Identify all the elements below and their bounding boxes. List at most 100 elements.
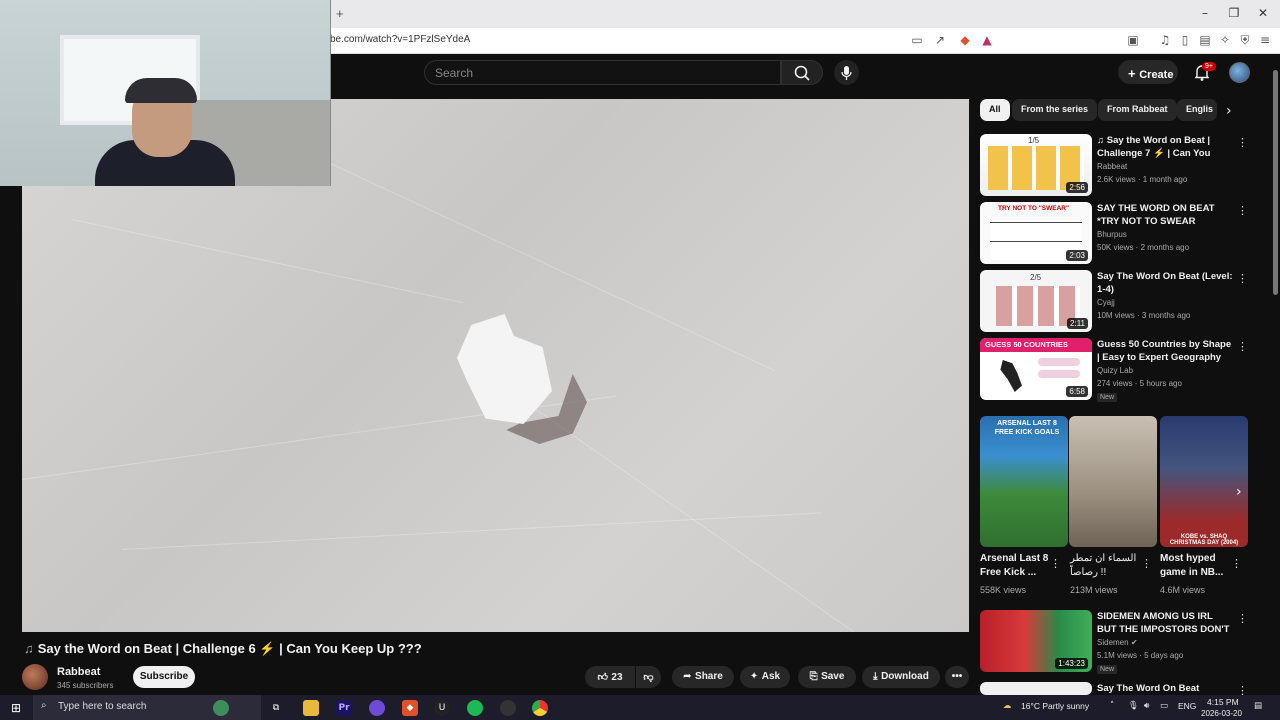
account-avatar[interactable] — [1229, 62, 1250, 83]
sidebar-icon[interactable]: ▯ — [1177, 33, 1193, 49]
chevron-right-icon[interactable]: › — [1236, 484, 1242, 500]
save-button[interactable]: ⎘ Save — [798, 666, 856, 688]
rec-title[interactable]: Guess 50 Countries by Shape | Easy to Ex… — [1097, 338, 1233, 364]
rec-thumbnail[interactable]: TRY NOT TO "SWEAR" 2:03 — [980, 202, 1092, 264]
rec-title[interactable]: SAY THE WORD ON BEAT *TRY NOT TO SWEAR C… — [1097, 202, 1233, 228]
ask-button[interactable]: ✦ Ask — [740, 666, 790, 688]
more-icon[interactable]: ⋮ — [1237, 612, 1248, 625]
dislike-button[interactable]: 👎︎ — [636, 666, 661, 688]
tray-chevron-icon[interactable]: ˄ — [1110, 701, 1114, 711]
more-actions-button[interactable]: ••• — [945, 666, 969, 688]
premiere-icon[interactable]: Pr — [336, 700, 352, 716]
volume-icon[interactable]: 🔊︎ — [1144, 701, 1149, 711]
rec-title[interactable]: SIDEMEN AMONG US IRL BUT THE IMPOSTORS D… — [1097, 610, 1233, 636]
short-title[interactable]: Arsenal Last 8 Free Kick ... — [980, 552, 1058, 580]
recommendation-item[interactable]: 2/5 2:11 Say The Word On Beat (Level: 1-… — [980, 270, 1248, 334]
share-page-icon[interactable]: ↗ — [932, 33, 948, 49]
short-title[interactable]: Most hyped game in NB... — [1160, 552, 1238, 580]
like-button[interactable]: 👍︎ 23 — [585, 666, 635, 688]
search-button[interactable] — [781, 60, 823, 85]
subscribe-button[interactable]: Subscribe — [133, 666, 195, 688]
recommendation-item[interactable]: Say The Word On Beat ⋮ — [980, 682, 1248, 695]
verified-icon: ✔ — [1130, 638, 1138, 647]
minimize-button[interactable]: – — [1195, 6, 1215, 22]
menu-icon[interactable]: ≡ — [1257, 33, 1273, 49]
vpn-icon[interactable]: ⛨ — [1237, 33, 1253, 49]
mic-tray-icon[interactable]: 🎙︎ — [1128, 701, 1139, 711]
short-title[interactable]: السماء ان تمطر رصاصاً !! — [1070, 552, 1148, 580]
more-icon[interactable]: ⋮ — [1237, 340, 1248, 353]
share-button[interactable]: ➦ Share — [672, 666, 734, 688]
chevron-right-icon[interactable]: › — [1226, 103, 1232, 119]
brave-icon[interactable]: ◆ — [402, 700, 418, 716]
clock-date[interactable]: 2026-03-20 — [1201, 709, 1242, 718]
voice-search-button[interactable] — [834, 60, 859, 85]
short-thumbnail[interactable]: ARSENAL LAST 8 FREE KICK GOALS — [980, 416, 1068, 547]
chrome-icon[interactable] — [532, 700, 548, 716]
rec-thumbnail[interactable]: GUESS 50 COUNTRIES 6:58 — [980, 338, 1092, 400]
file-explorer-icon[interactable] — [303, 700, 319, 716]
brave-shield-icon[interactable]: ◆ — [957, 33, 973, 49]
language-indicator[interactable]: ENG — [1178, 701, 1196, 711]
unreal-icon[interactable]: U — [434, 700, 450, 716]
more-icon[interactable]: ⋮ — [1237, 136, 1248, 149]
short-thumbnail[interactable]: KOBE vs. SHAQ CHRISTMAS DAY (2004) — [1160, 416, 1248, 547]
obs-icon[interactable] — [500, 700, 516, 716]
music-icon[interactable]: ♫ — [1157, 33, 1173, 49]
windows-icon[interactable]: ⊞ — [8, 700, 24, 716]
cast-icon[interactable]: ▭ — [909, 33, 925, 49]
search-input[interactable]: Search — [424, 60, 781, 85]
rec-channel[interactable]: Bhurpus — [1097, 230, 1127, 239]
restore-button[interactable]: ❐ — [1224, 6, 1244, 22]
new-tab-button[interactable]: + — [336, 6, 344, 21]
chip-from-rabbeat[interactable]: From Rabbeat — [1098, 99, 1177, 121]
rec-channel[interactable]: Rabbeat — [1097, 162, 1127, 171]
chip-english[interactable]: Englis — [1177, 99, 1217, 121]
short-thumbnail[interactable] — [1069, 416, 1157, 547]
globe-icon[interactable] — [213, 700, 229, 716]
rec-channel[interactable]: Sidemen ✔ — [1097, 638, 1138, 647]
rewards-icon[interactable]: ▲ — [979, 33, 995, 49]
rec-thumbnail[interactable]: 1:43:23 — [980, 610, 1092, 672]
close-button[interactable]: ✕ — [1253, 6, 1273, 22]
more-icon[interactable]: ⋮ — [1141, 557, 1152, 570]
rec-thumbnail[interactable] — [980, 682, 1092, 695]
scrollbar-thumb[interactable] — [1273, 70, 1278, 295]
rec-title[interactable]: ♫ Say the Word on Beat | Challenge 7 ⚡ |… — [1097, 134, 1233, 160]
task-view-icon[interactable]: ⧉ — [268, 700, 284, 716]
rec-thumbnail[interactable]: 2/5 2:11 — [980, 270, 1092, 332]
create-button[interactable]: + Create — [1118, 60, 1178, 84]
download-button[interactable]: ⤓ Download — [862, 666, 940, 688]
rec-title[interactable]: Say The Word On Beat — [1097, 682, 1233, 695]
chip-from-series[interactable]: From the series — [1012, 99, 1098, 121]
spotify-icon[interactable] — [467, 700, 483, 716]
more-icon[interactable]: ⋮ — [1237, 272, 1248, 285]
notification-center-icon[interactable]: ▤ — [1254, 701, 1262, 711]
more-icon[interactable]: ⋮ — [1050, 557, 1061, 570]
leo-icon[interactable]: ✧ — [1217, 33, 1233, 49]
url-text[interactable]: be.com/watch?v=1PFzlSeYdeA — [330, 34, 470, 45]
weather-text[interactable]: 16°C Partly sunny — [1021, 701, 1089, 711]
rec-channel[interactable]: Cyajj — [1097, 298, 1115, 307]
rec-thumbnail[interactable]: 1/5 2:56 — [980, 134, 1092, 196]
rec-channel[interactable]: Quizy Lab — [1097, 366, 1133, 375]
channel-name[interactable]: Rabbeat — [57, 666, 100, 678]
clock-time[interactable]: 4:15 PM — [1207, 697, 1239, 707]
more-icon[interactable]: ⋮ — [1237, 684, 1248, 695]
recommendation-item[interactable]: 1/5 2:56 ♫ Say the Word on Beat | Challe… — [980, 134, 1248, 198]
more-icon: ••• — [951, 671, 963, 682]
recommendation-item[interactable]: TRY NOT TO "SWEAR" 2:03 SAY THE WORD ON … — [980, 202, 1248, 266]
chip-all[interactable]: All — [980, 99, 1010, 121]
reader-icon[interactable]: ▣ — [1125, 33, 1141, 49]
ask-icon: ✦ — [749, 671, 762, 682]
more-icon[interactable]: ⋮ — [1231, 557, 1242, 570]
network-icon[interactable]: ▭ — [1160, 701, 1168, 711]
channel-avatar[interactable] — [22, 664, 48, 690]
rec-title[interactable]: Say The Word On Beat (Level: 1-4) — [1097, 270, 1233, 296]
app-icon[interactable] — [369, 700, 385, 716]
recommendation-item[interactable]: GUESS 50 COUNTRIES 6:58 Guess 50 Countri… — [980, 338, 1248, 402]
wallet-icon[interactable]: ▤ — [1197, 33, 1213, 49]
taskbar-search-placeholder: Type here to search — [58, 701, 147, 712]
more-icon[interactable]: ⋮ — [1237, 204, 1248, 217]
recommendation-item[interactable]: 1:43:23 SIDEMEN AMONG US IRL BUT THE IMP… — [980, 610, 1248, 674]
